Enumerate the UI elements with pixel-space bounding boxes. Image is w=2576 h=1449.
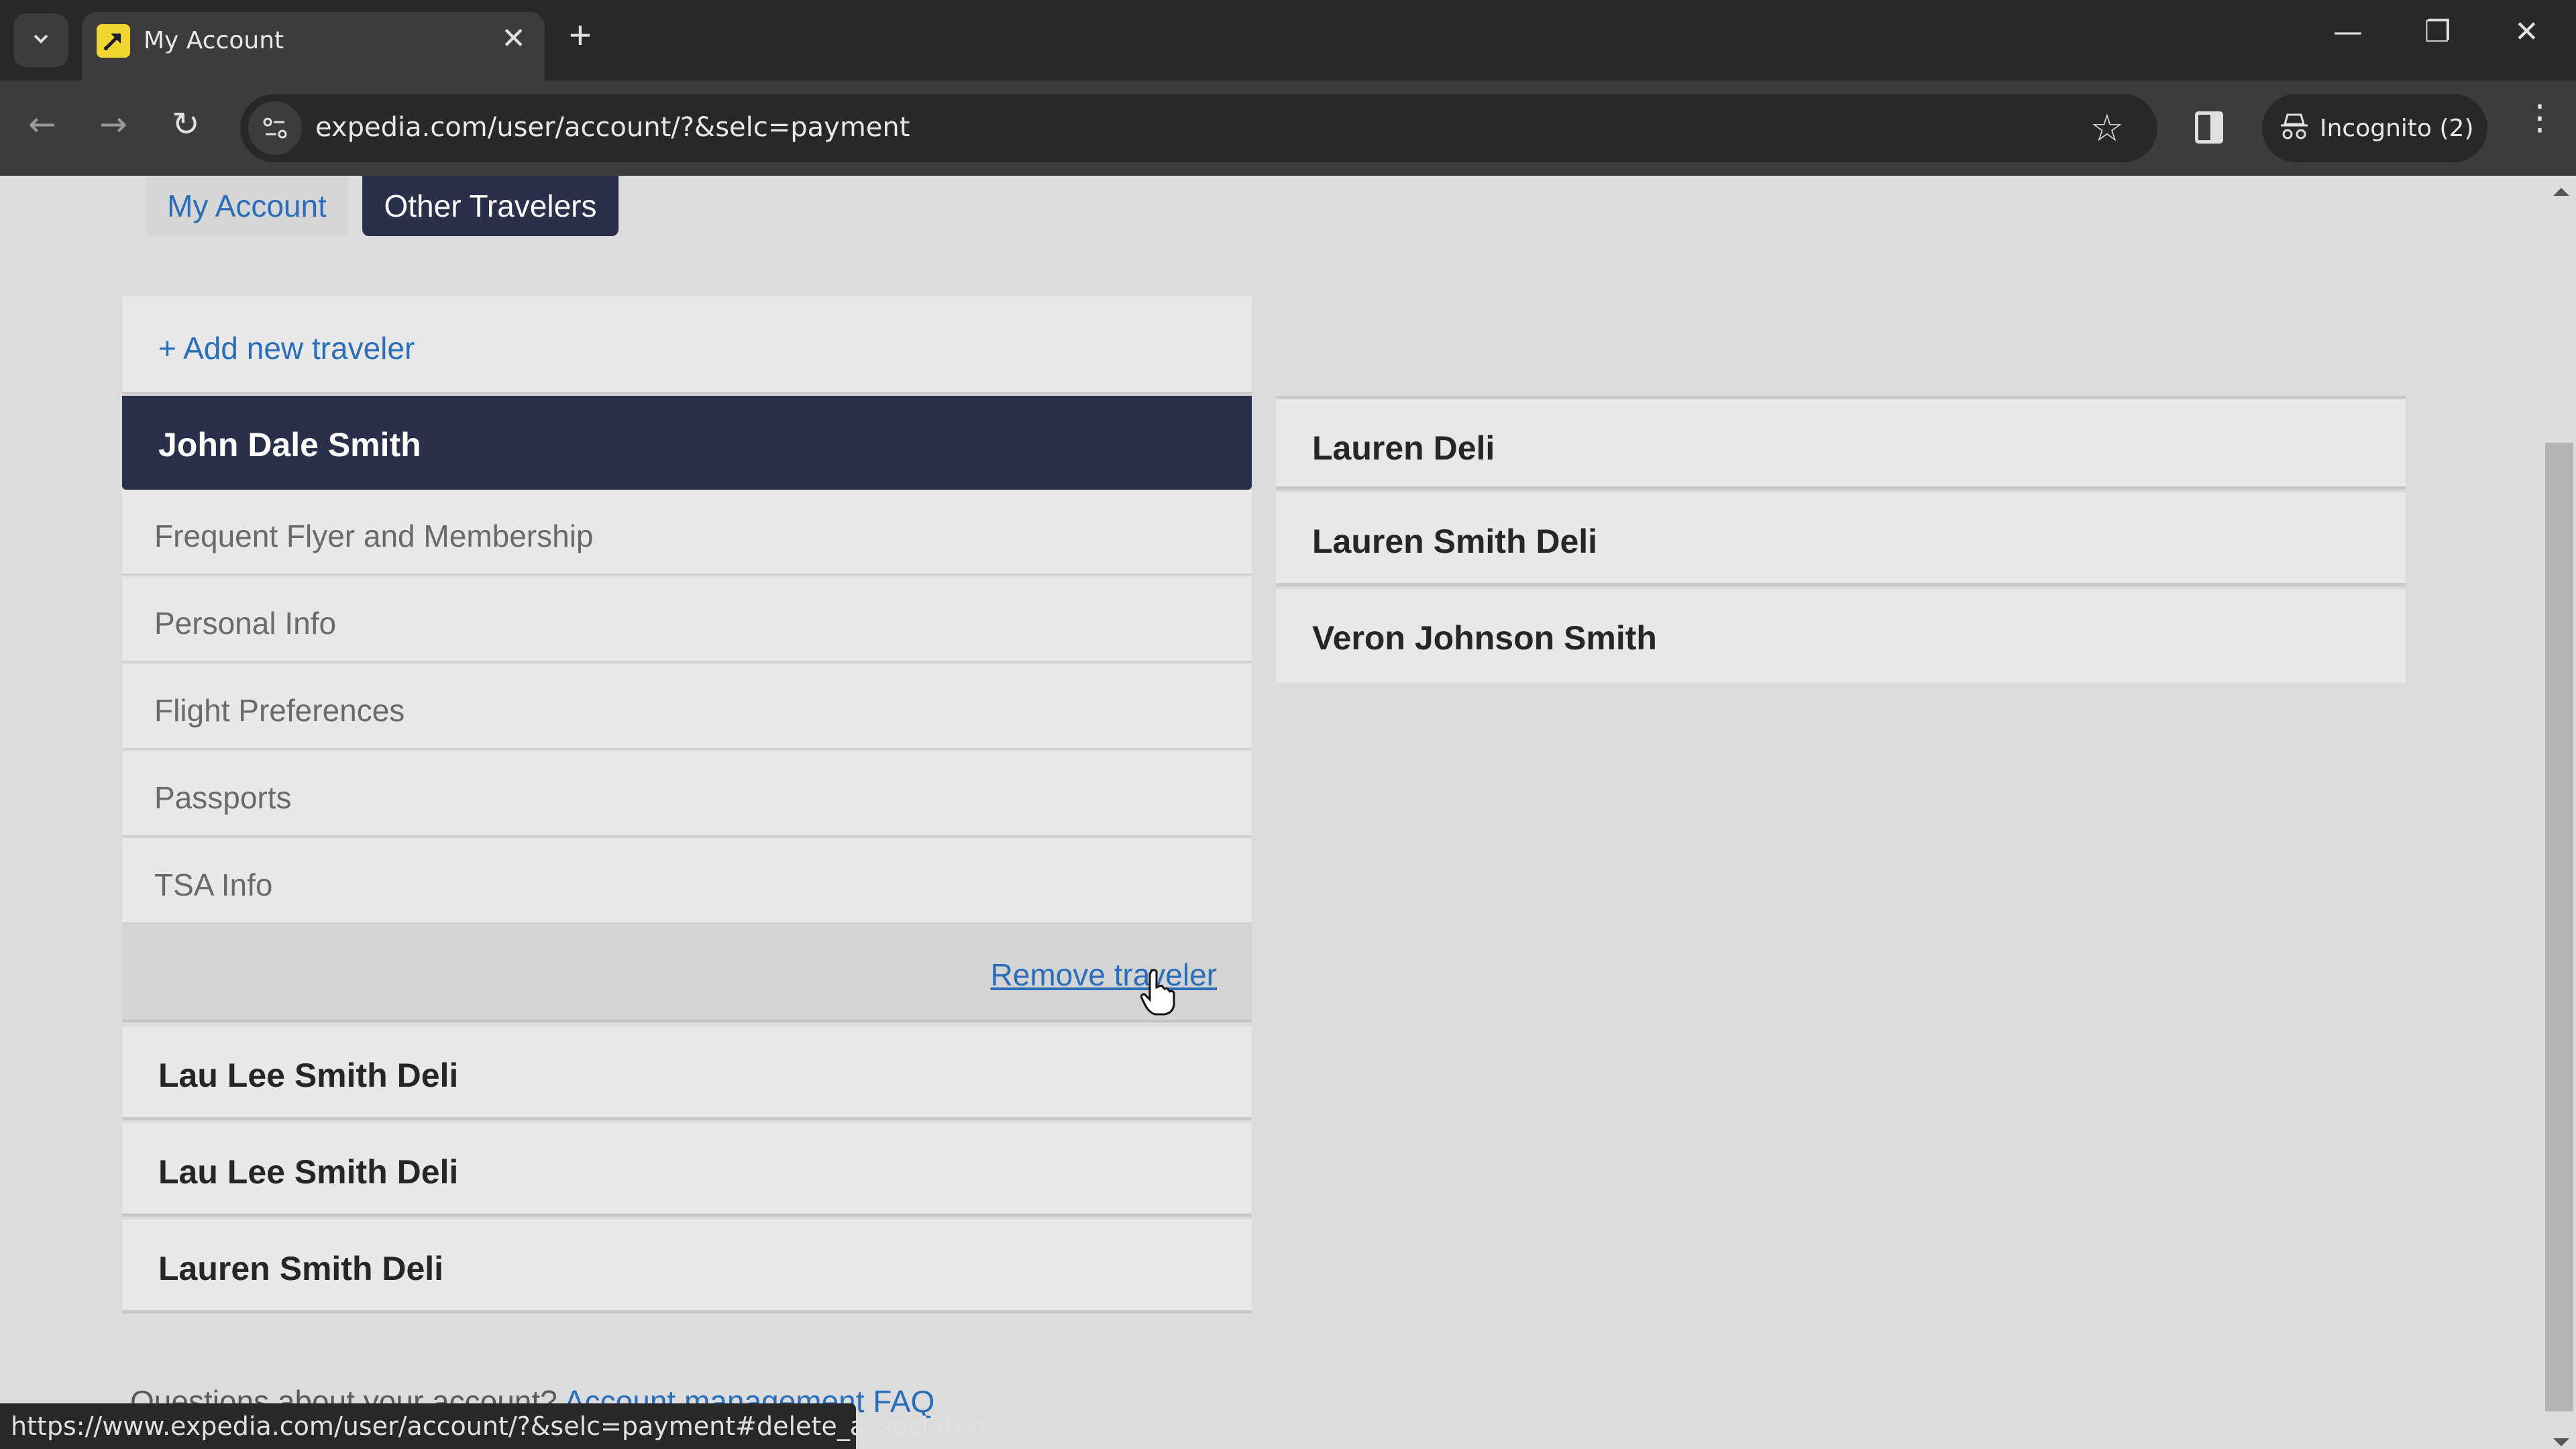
sub-item-frequent-flyer[interactable]: Frequent Flyer and Membership [122,490,1252,576]
traveler-name: Lau Lee Smith Deli [158,1057,459,1094]
traveler-row[interactable]: Lauren Smith Deli [1276,492,2406,586]
page-content: My Account Other Travelers + Add new tra… [0,176,2542,1449]
scroll-thumb[interactable] [2545,443,2573,1411]
sub-item-personal-info[interactable]: Personal Info [122,577,1252,663]
restore-icon[interactable]: ❐ [2424,15,2451,49]
sub-item-label: Personal Info [154,606,337,641]
minimize-icon[interactable]: — [2333,15,2363,49]
tab-title: My Account [144,27,284,54]
traveler-row[interactable]: Lauren Smith Deli [122,1220,1252,1313]
tab-other-travelers[interactable]: Other Travelers [362,176,619,236]
remove-traveler-link[interactable]: Remove traveler [991,957,1217,993]
reload-icon[interactable]: ↻ [172,105,200,144]
traveler-name: Lauren Deli [1312,429,1495,467]
sub-item-label: TSA Info [154,867,273,902]
forward-arrow-icon[interactable]: → [99,105,127,144]
add-new-traveler-link[interactable]: + Add new traveler [158,330,415,366]
page-scrollbar[interactable] [2542,176,2576,1449]
selected-traveler-header[interactable]: John Dale Smith [122,396,1252,490]
side-panel-icon[interactable] [2195,111,2223,144]
traveler-name: Lauren Smith Deli [158,1250,444,1287]
traveler-row[interactable]: Lau Lee Smith Deli [122,1123,1252,1217]
traveler-row[interactable]: Veron Johnson Smith [1276,589,2406,683]
sub-item-label: Flight Preferences [154,693,405,728]
remove-traveler-area: Remove traveler [122,924,1252,1022]
bookmark-star-icon[interactable]: ☆ [2090,106,2124,150]
traveler-row[interactable]: Lauren Deli [1276,396,2406,490]
incognito-button[interactable]: Incognito (2) [2262,94,2487,162]
sub-item-tsa-info[interactable]: TSA Info [122,839,1252,924]
expedia-favicon-icon [97,24,130,58]
close-window-icon[interactable]: ✕ [2514,15,2539,49]
add-traveler-row: + Add new traveler [122,297,1252,394]
tab-search-button[interactable] [13,13,68,67]
back-arrow-icon[interactable]: ← [28,105,56,144]
browser-tab-bar: My Account ✕ + — ❐ ✕ [0,0,2576,80]
more-menu-icon[interactable]: ⋮ [2522,101,2557,136]
browser-tab[interactable]: My Account ✕ [82,12,545,80]
sub-item-label: Passports [154,780,292,815]
scroll-down-arrow-icon[interactable] [2553,1438,2569,1446]
address-bar[interactable]: expedia.com/user/account/?&selc=payment … [240,94,2157,162]
sub-item-label: Frequent Flyer and Membership [154,519,594,553]
tab-my-account[interactable]: My Account [146,176,347,236]
chevron-down-icon [31,32,51,49]
status-url: https://www.expedia.com/user/account/?&s… [11,1411,1011,1441]
close-tab-icon[interactable]: ✕ [501,21,526,56]
site-settings-icon[interactable] [248,101,302,155]
new-tab-icon[interactable]: + [569,16,592,55]
incognito-icon [2279,112,2309,145]
url-text[interactable]: expedia.com/user/account/?&selc=payment [315,112,910,143]
scroll-up-arrow-icon[interactable] [2553,188,2569,196]
incognito-label: Incognito (2) [2320,114,2474,142]
browser-toolbar: ← → ↻ expedia.com/user/account/?&selc=pa… [0,80,2576,176]
sub-item-flight-preferences[interactable]: Flight Preferences [122,664,1252,750]
sub-item-passports[interactable]: Passports [122,751,1252,837]
traveler-row[interactable]: Lau Lee Smith Deli [122,1026,1252,1120]
traveler-name: Veron Johnson Smith [1312,619,1657,657]
hand-cursor-icon [1140,969,1175,1016]
traveler-name: Lauren Smith Deli [1312,523,1598,560]
link-status-bar: https://www.expedia.com/user/account/?&s… [0,1403,1010,1449]
traveler-name: Lau Lee Smith Deli [158,1153,459,1191]
selected-traveler-name: John Dale Smith [158,426,421,464]
